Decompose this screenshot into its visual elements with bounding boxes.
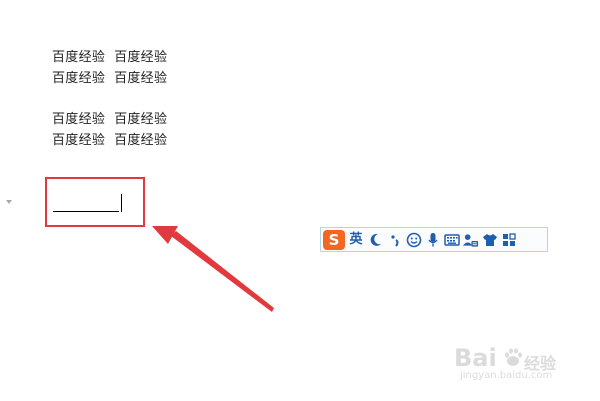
- watermark-logo-text: Bai: [454, 344, 497, 372]
- punctuation-icon[interactable]: [386, 230, 403, 250]
- ime-toolbar: S 英: [320, 227, 548, 252]
- sogou-logo-icon[interactable]: S: [323, 229, 345, 250]
- baidu-paw-icon: [505, 348, 522, 366]
- baidu-jingyan-watermark: Bai 经验 jingyan.baidu.com: [452, 340, 592, 390]
- document-page[interactable]: 百度经验 百度经验 百度经验 百度经验 百度经验 百度经验 百度经验 百度经验 …: [0, 0, 600, 401]
- toolbox-icon[interactable]: [500, 230, 517, 250]
- microphone-icon[interactable]: [424, 230, 441, 250]
- skin-icon[interactable]: [481, 230, 498, 250]
- half-moon-icon[interactable]: [367, 230, 384, 250]
- ime-language-toggle[interactable]: 英: [347, 229, 365, 251]
- emoji-icon[interactable]: [405, 230, 422, 250]
- keyboard-icon[interactable]: [443, 230, 460, 250]
- user-icon[interactable]: [462, 230, 479, 250]
- watermark-url: jingyan.baidu.com: [460, 370, 553, 381]
